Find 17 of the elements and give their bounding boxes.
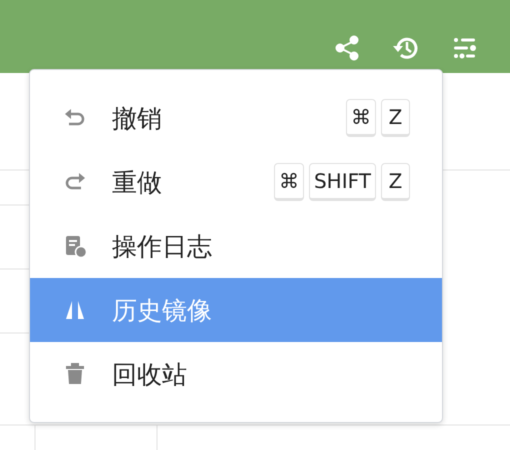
shortcut-key: ⌘: [346, 99, 376, 137]
shortcut-key: Z: [381, 99, 410, 137]
menu-item[interactable]: 回收站: [30, 342, 442, 406]
menu-item-label: 操作日志: [112, 230, 212, 262]
shortcut-key: Z: [381, 163, 410, 201]
shortcut-key: SHIFT: [308, 163, 376, 201]
log-icon: [63, 234, 87, 258]
menu-item-label: 回收站: [112, 358, 187, 390]
menu-item[interactable]: 操作日志: [30, 214, 442, 278]
share-icon[interactable]: [333, 34, 361, 62]
shortcut-key: ⌘: [274, 163, 304, 201]
menu-item-label: 历史镜像: [112, 294, 212, 326]
menu-item[interactable]: 撤销 ⌘ Z: [30, 86, 442, 150]
trash-icon: [63, 362, 87, 386]
menu-item-label: 重做: [112, 166, 162, 198]
menu-item-label: 撤销: [112, 102, 162, 134]
menu-item[interactable]: 重做 ⌘ SHIFT Z: [30, 150, 442, 214]
